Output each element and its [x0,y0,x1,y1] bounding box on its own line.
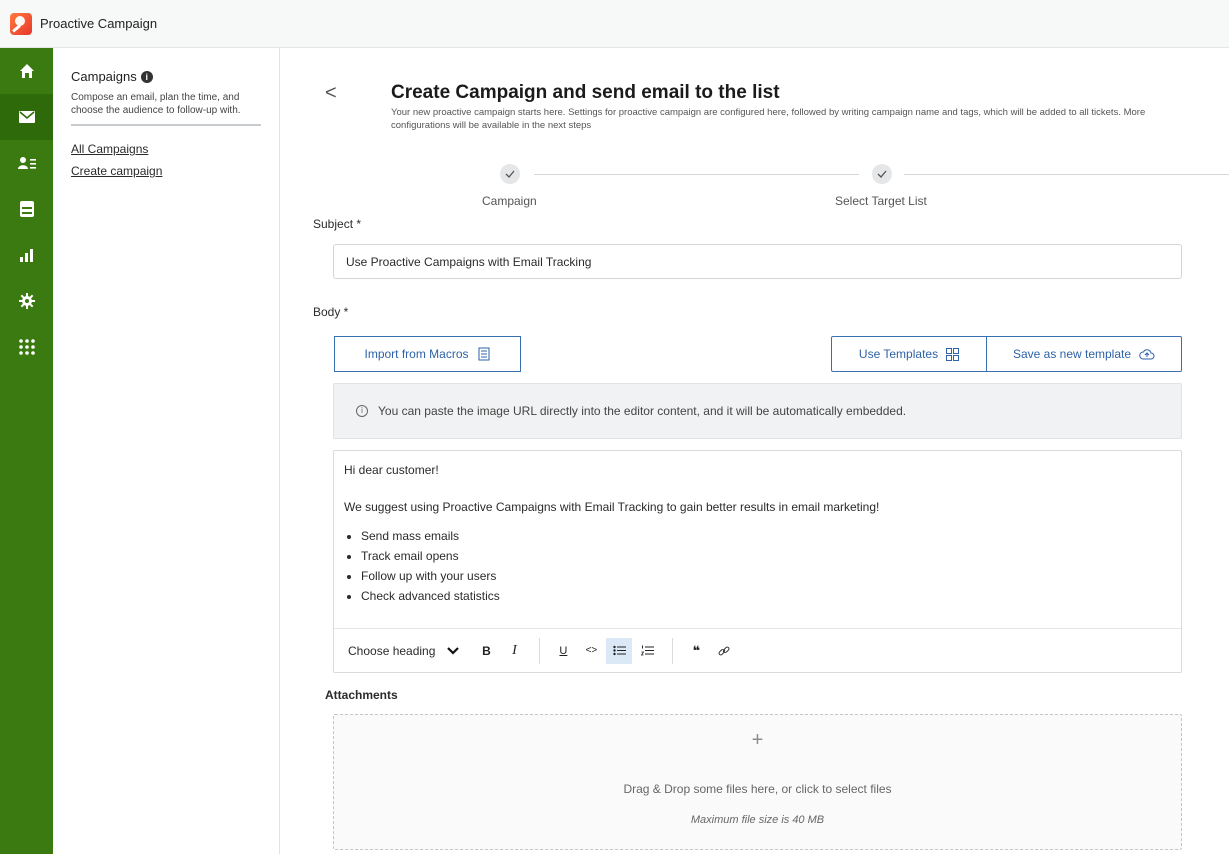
page-description: Your new proactive campaign starts here.… [391,107,1146,131]
list-item: Check advanced statistics [361,586,1171,606]
body-editor[interactable]: Hi dear customer! We suggest using Proac… [333,450,1182,673]
underline-button[interactable]: U [550,638,576,664]
plus-icon: + [751,729,764,751]
numbered-list-icon [640,645,654,656]
link-icon [718,646,730,655]
subject-input[interactable] [333,244,1182,279]
image-url-notice: i You can paste the image URL directly i… [333,383,1182,439]
document-list-icon [478,347,489,361]
editor-toolbar: Choose heading B I U <> ❝ [334,628,1181,672]
blockquote-button[interactable]: ❝ [683,638,709,664]
import-from-macros-label: Import from Macros [364,347,469,361]
subnav-description: Compose an email, plan the time, and cho… [71,92,241,116]
home-icon [19,64,34,78]
body-greeting: Hi dear customer! [344,463,439,477]
contacts-icon [17,157,36,169]
info-icon[interactable]: i [140,70,153,83]
top-bar: Proactive Campaign [0,0,1229,48]
cloud-upload-icon [1139,349,1155,360]
editor-content[interactable]: Hi dear customer! We suggest using Proac… [334,451,1181,629]
bulleted-list-button[interactable] [606,637,633,664]
numbered-list-button[interactable] [634,638,660,664]
use-templates-button[interactable]: Use Templates [831,336,987,372]
rail-reports[interactable] [0,232,53,278]
subnav-title-row: Campaigns i [71,69,261,84]
heading-select-label: Choose heading [348,643,436,658]
save-as-new-template-button[interactable]: Save as new template [986,336,1182,372]
subject-label: Subject * [313,217,362,231]
link-create-campaign[interactable]: Create campaign [71,164,261,178]
use-templates-label: Use Templates [858,347,939,361]
rail-inbox[interactable] [0,186,53,232]
mail-icon [18,111,35,123]
notice-text: You can paste the image URL directly int… [378,404,907,418]
info-circle-icon: i [356,405,368,417]
step-campaign-check-icon [500,164,520,184]
rail-settings[interactable] [0,278,53,324]
campaigns-subnav: Campaigns i Compose an email, plan the t… [53,48,280,854]
main-content: < Create Campaign and send email to the … [281,48,1229,854]
rail-apps[interactable] [0,324,53,370]
chart-icon [19,249,33,262]
link-all-campaigns[interactable]: All Campaigns [71,142,261,156]
import-from-macros-button[interactable]: Import from Macros [334,336,521,372]
rail-contacts[interactable] [0,140,53,186]
list-item: Track email opens [361,546,1171,566]
apps-grid-icon [18,339,35,355]
bulleted-list-icon [613,645,626,656]
step-target-list-check-icon [872,164,892,184]
body-bullet-list: Send mass emails Track email opens Follo… [344,526,1171,606]
heading-select[interactable]: Choose heading [348,643,460,658]
list-item: Send mass emails [361,526,1171,546]
grid-icon [946,347,960,361]
attachments-dropzone[interactable]: + Drag & Drop some files here, or click … [333,714,1182,850]
link-button[interactable] [711,638,737,664]
attachments-label: Attachments [325,688,398,702]
gear-icon [18,293,35,309]
code-button[interactable]: <> [578,638,604,664]
step-label-campaign: Campaign [482,194,537,208]
app-title: Proactive Campaign [40,16,158,31]
step-label-target-list: Select Target List [835,194,927,208]
subnav-title: Campaigns [71,69,137,84]
left-icon-rail [0,48,53,854]
rail-home[interactable] [0,48,53,94]
page-title: Create Campaign and send email to the li… [391,82,780,103]
chevron-down-icon [447,646,460,655]
step-connector [904,174,1229,175]
body-intro: We suggest using Proactive Campaigns wit… [344,500,880,514]
rail-campaigns[interactable] [0,94,53,140]
list-item: Follow up with your users [361,566,1171,586]
dropzone-text: Drag & Drop some files here, or click to… [623,782,892,796]
back-button[interactable]: < [325,82,337,105]
inbox-icon [19,201,34,217]
app-logo-icon [10,12,32,35]
toolbar-divider [672,637,674,664]
dropzone-size-limit: Maximum file size is 40 MB [690,814,825,826]
italic-button[interactable]: I [501,638,527,664]
step-connector [534,174,859,175]
save-as-new-template-label: Save as new template [1012,347,1132,361]
toolbar-divider [539,637,541,664]
body-label: Body * [313,305,349,319]
bold-button[interactable]: B [473,638,499,664]
